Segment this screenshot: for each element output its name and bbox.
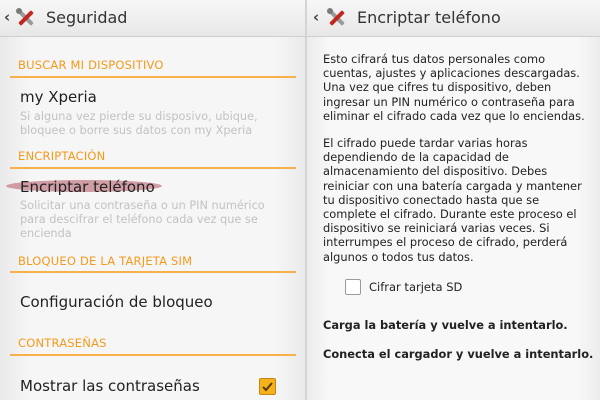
page-title: Seguridad xyxy=(46,8,128,27)
settings-tools-icon[interactable] xyxy=(325,6,349,30)
chevron-left-icon[interactable]: ‹ xyxy=(4,8,10,26)
section-header-bloqueo-sim: BLOQUEO DE LA TARJETA SIM xyxy=(18,254,193,268)
section-header-encriptacion: ENCRIPTACIÓN xyxy=(18,149,106,163)
my-xperia-item[interactable]: my Xperia xyxy=(20,88,97,106)
section-header-contrasenas: CONTRASEÑAS xyxy=(18,336,107,350)
action-bar: ‹ Seguridad xyxy=(0,0,305,37)
section-divider xyxy=(10,76,296,78)
security-settings-panel: ‹ Seguridad BUSCAR MI DISPOSITIVO my Xpe… xyxy=(0,0,305,400)
chevron-left-icon[interactable]: ‹ xyxy=(313,8,319,26)
encrypt-description: Esto cifrará tus datos personales como c… xyxy=(323,52,585,123)
mostrar-contrasenas-checkbox[interactable] xyxy=(259,378,276,395)
check-icon xyxy=(262,382,273,392)
charger-message: Conecta el cargador y vuelve a intentarl… xyxy=(323,347,594,361)
encrypt-phone-panel: ‹ Encriptar teléfono Esto cifrará tus da… xyxy=(307,0,600,400)
page-title: Encriptar teléfono xyxy=(357,8,501,27)
cifrar-sd-label[interactable]: Cifrar tarjeta SD xyxy=(369,280,462,294)
section-divider xyxy=(10,167,296,169)
configuracion-bloqueo-item[interactable]: Configuración de bloqueo xyxy=(20,293,213,311)
action-bar: ‹ Encriptar teléfono xyxy=(307,0,600,37)
my-xperia-summary: Si alguna vez pierde su disposivo, ubiqu… xyxy=(20,110,258,137)
section-header-buscar: BUSCAR MI DISPOSITIVO xyxy=(18,58,164,72)
section-divider xyxy=(10,271,296,273)
encrypt-warning: El cifrado puede tardar varias horas dep… xyxy=(323,136,582,264)
settings-tools-icon[interactable] xyxy=(14,6,38,30)
encriptar-telefono-item[interactable]: Encriptar teléfono xyxy=(20,178,155,196)
mostrar-contrasenas-item[interactable]: Mostrar las contraseñas xyxy=(20,377,200,395)
section-divider xyxy=(10,354,296,356)
battery-message: Carga la batería y vuelve a intentarlo. xyxy=(323,318,568,332)
cifrar-sd-checkbox[interactable] xyxy=(345,279,361,295)
encriptar-telefono-summary: Solicitar una contraseña o un PIN numéri… xyxy=(20,199,265,240)
